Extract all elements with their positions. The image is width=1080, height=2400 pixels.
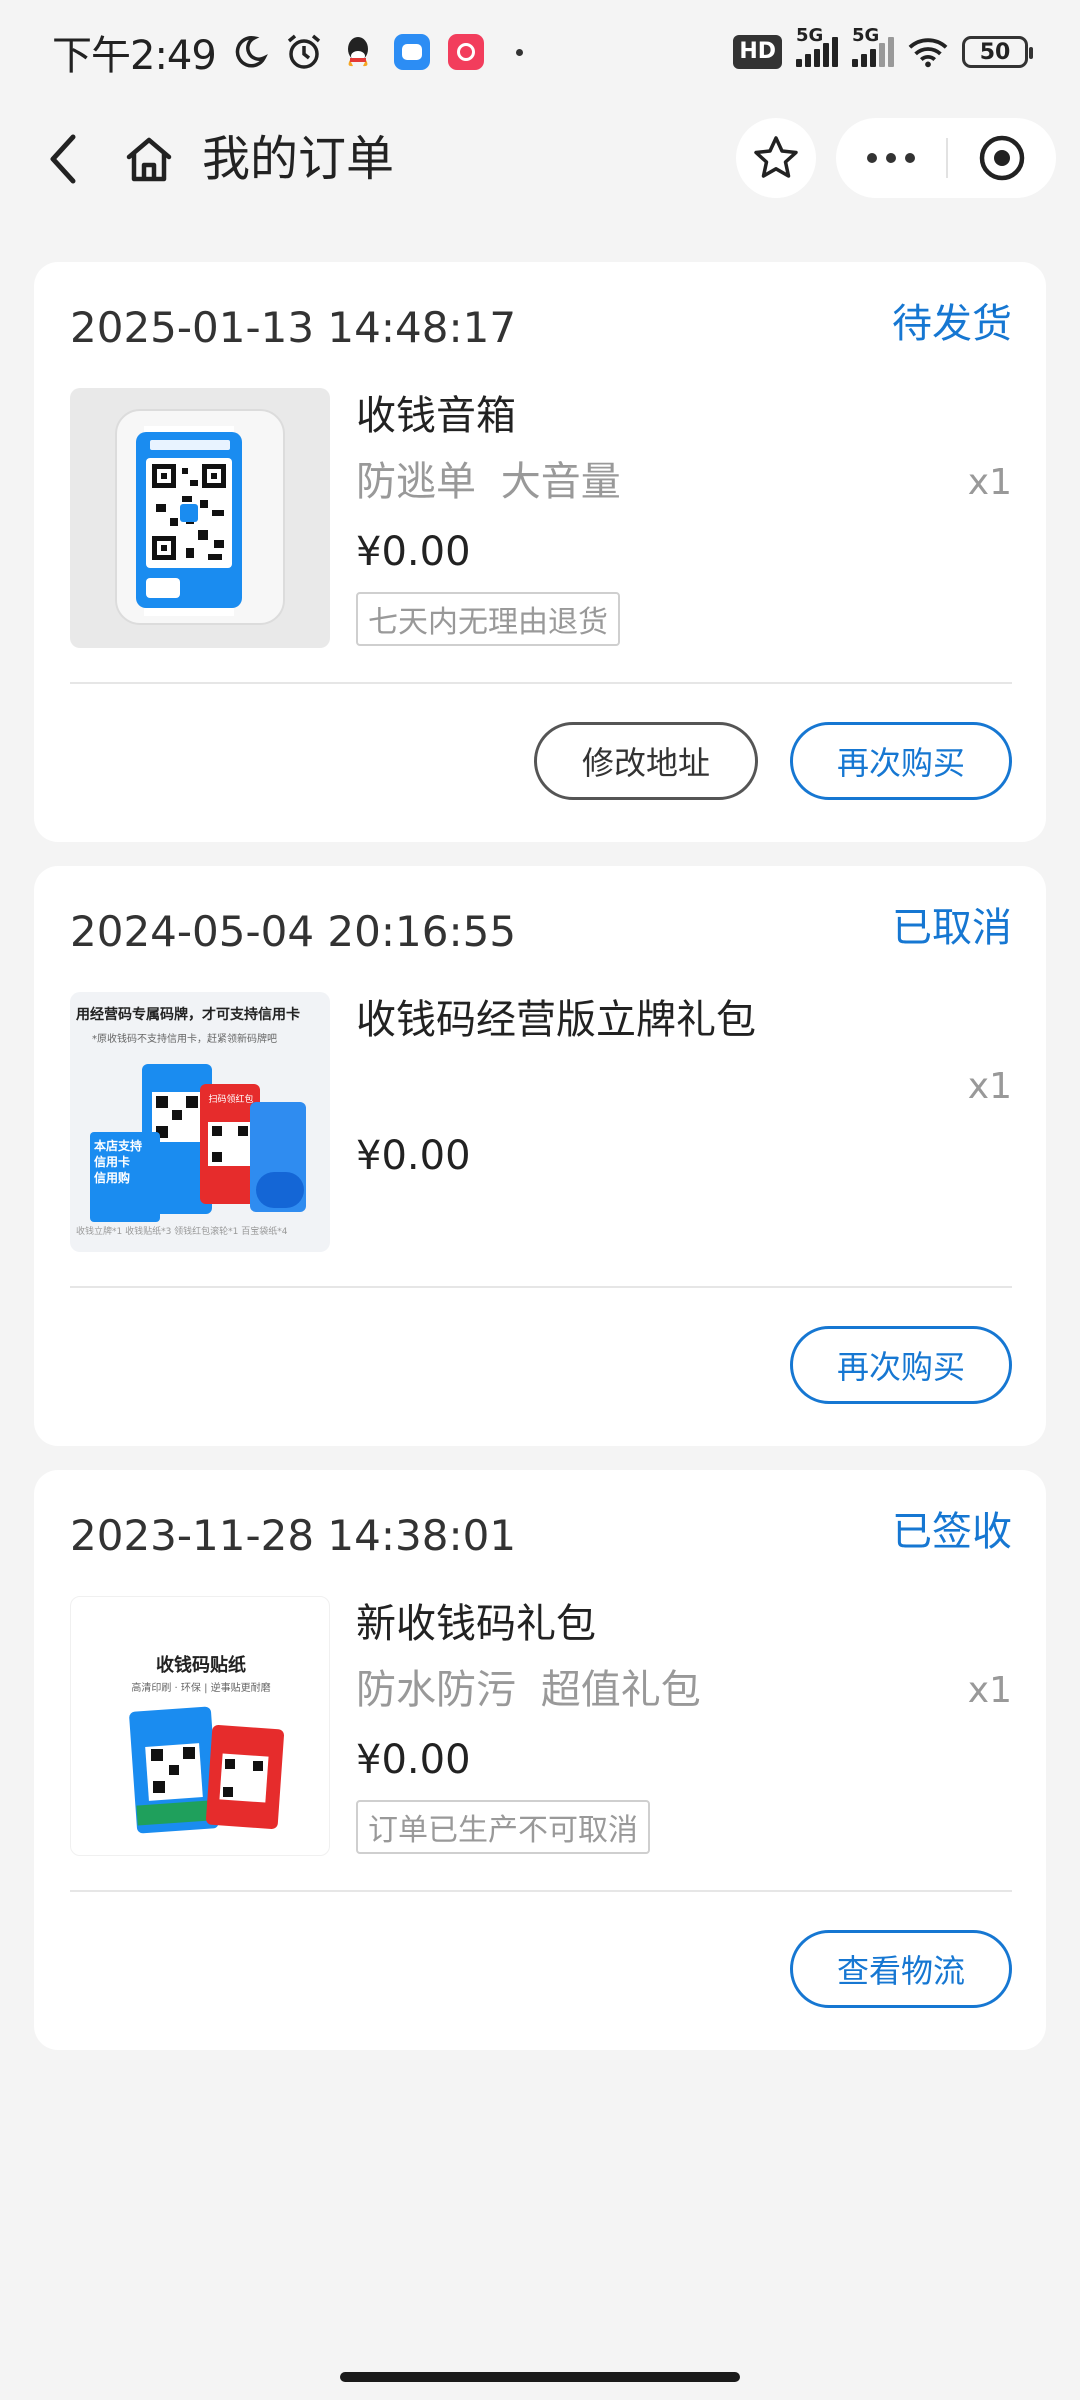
hd-badge: HD <box>733 35 782 69</box>
status-time: 下午2:49 <box>52 33 217 79</box>
moon-icon <box>230 32 270 72</box>
divider <box>70 1890 1012 1892</box>
order-card[interactable]: 2023-11-28 14:38:01 已签收 收钱码贴纸 高清印刷 · 环保 … <box>34 1470 1046 2050</box>
alarm-icon <box>284 32 324 72</box>
divider <box>70 682 1012 684</box>
divider <box>70 1286 1012 1288</box>
product-price: ¥0.00 <box>356 1133 471 1179</box>
product-image[interactable]: 收钱码贴纸 高清印刷 · 环保 | 逆事贴更耐磨 <box>70 1596 330 1856</box>
more-button[interactable] <box>836 118 946 198</box>
product-price: ¥0.00 <box>356 529 471 575</box>
product-tags: 防水防污 超值礼包 <box>356 1667 701 1713</box>
product-image[interactable] <box>70 388 330 648</box>
signal-strength-icon-2: 5G <box>852 25 894 67</box>
page-title: 我的订单 <box>202 131 395 187</box>
service-badge: 七天内无理由退货 <box>356 592 620 646</box>
qq-icon <box>338 32 378 72</box>
chevron-left-icon <box>50 134 76 184</box>
star-icon <box>754 136 798 178</box>
wifi-icon <box>908 32 948 72</box>
order-date: 2024-05-04 20:16:55 <box>70 907 517 956</box>
more-notifications-dot-icon <box>500 32 540 72</box>
product-quantity: x1 <box>967 1670 1012 1711</box>
product-quantity: x1 <box>967 462 1012 503</box>
view-logistics-button[interactable]: 查看物流 <box>790 1930 1012 2008</box>
video-app-icon <box>446 32 486 72</box>
close-mini-program-button[interactable] <box>948 118 1056 198</box>
home-button[interactable] <box>116 126 182 192</box>
order-status: 已取消 <box>892 905 1012 951</box>
order-card[interactable]: 2025-01-13 14:48:17 待发货 收钱音箱 防逃单 大音量 x1 … <box>34 262 1046 842</box>
buy-again-button[interactable]: 再次购买 <box>790 722 1012 800</box>
thumb-left-card-text: 本店支持 信用卡 信用购 <box>94 1139 143 1185</box>
thumb-footer: 收钱立牌*1 收钱贴纸*3 领钱红包滚轮*1 百宝袋纸*4 <box>76 1227 288 1237</box>
home-icon <box>126 137 172 182</box>
thumb-red-card-text: 扫码领红包 <box>208 1095 254 1105</box>
home-indicator[interactable] <box>340 2372 740 2382</box>
product-price: ¥0.00 <box>356 1737 471 1783</box>
target-close-icon <box>979 135 1025 181</box>
battery-icon: 50 <box>962 36 1033 68</box>
order-status: 待发货 <box>892 301 1012 347</box>
product-name: 收钱码经营版立牌礼包 <box>356 997 756 1043</box>
more-dots-icon <box>867 153 877 163</box>
back-button[interactable] <box>30 126 96 192</box>
modify-address-button[interactable]: 修改地址 <box>534 722 758 800</box>
order-card[interactable]: 2024-05-04 20:16:55 已取消 用经营码专属码牌，才可支持信用卡… <box>34 866 1046 1446</box>
status-bar: 下午2:49 HD 5G 5G 50 <box>0 0 1080 104</box>
product-quantity: x1 <box>967 1066 1012 1107</box>
product-tags: 防逃单 大音量 <box>356 459 621 505</box>
signal-strength-icon: 5G <box>796 25 838 67</box>
buy-again-button[interactable]: 再次购买 <box>790 1326 1012 1404</box>
order-status: 已签收 <box>892 1509 1012 1555</box>
product-name: 新收钱码礼包 <box>356 1601 596 1647</box>
order-date: 2025-01-13 14:48:17 <box>70 303 517 352</box>
favorite-button[interactable] <box>736 118 816 198</box>
service-badge: 订单已生产不可取消 <box>356 1800 650 1854</box>
product-image[interactable]: 用经营码专属码牌，才可支持信用卡 *原收钱码不支持信用卡，赶紧领新码牌吧 本店支… <box>70 992 330 1252</box>
navigation-bar: 我的订单 <box>0 104 1080 214</box>
message-app-icon <box>392 32 432 72</box>
product-name: 收钱音箱 <box>356 393 516 439</box>
mini-program-capsule <box>836 118 1056 198</box>
order-date: 2023-11-28 14:38:01 <box>70 1511 517 1560</box>
